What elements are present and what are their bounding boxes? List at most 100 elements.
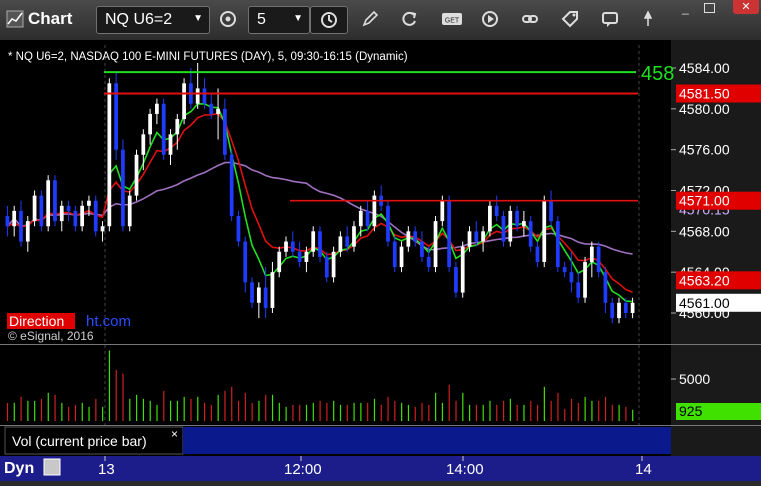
volume-bar xyxy=(455,400,457,421)
price-tick-label: 4580.00 xyxy=(679,101,730,117)
candle-body xyxy=(454,267,458,293)
volume-bar xyxy=(584,396,586,421)
volume-bar xyxy=(217,394,219,421)
volume-bar xyxy=(407,404,410,421)
volume-bar xyxy=(530,400,532,421)
volume-bar xyxy=(462,392,464,421)
symbol-selector[interactable]: NQ U6=2 ▼ xyxy=(96,6,210,34)
volume-bar xyxy=(577,402,579,421)
comment-icon[interactable] xyxy=(600,9,620,29)
candle-body xyxy=(107,83,112,227)
volume-bar xyxy=(401,402,403,421)
candle-body xyxy=(474,231,479,242)
get-icon[interactable]: GET xyxy=(440,9,464,29)
volume-bar xyxy=(428,404,430,421)
volume-bar xyxy=(536,404,539,421)
volume-bar xyxy=(108,350,111,421)
link-icon[interactable] xyxy=(520,9,540,29)
volume-bar xyxy=(414,406,416,421)
candle-body xyxy=(460,246,465,293)
volume-bar xyxy=(448,384,450,421)
play-icon[interactable] xyxy=(480,9,500,29)
candle-body xyxy=(440,200,445,222)
volume-bar xyxy=(40,398,43,421)
volume-bar xyxy=(339,404,342,421)
volume-bar xyxy=(169,400,172,421)
pin-icon[interactable] xyxy=(638,9,658,29)
chart-svg[interactable]: 4584.004580.004576.004572.004568.004564.… xyxy=(0,40,761,481)
candle-body xyxy=(623,302,628,313)
volume-bar xyxy=(258,400,260,421)
settings-icon[interactable] xyxy=(218,9,238,29)
tag-icon[interactable] xyxy=(560,9,580,29)
window-title: Chart xyxy=(28,9,73,28)
candle-body xyxy=(488,205,492,232)
volume-bar xyxy=(496,404,498,421)
candle-body xyxy=(87,200,91,206)
candle-body xyxy=(80,205,85,227)
volume-bar xyxy=(435,392,437,421)
volume-bar xyxy=(197,396,199,421)
candle-body xyxy=(25,221,30,242)
candle-body xyxy=(617,302,621,319)
symbol-value: NQ U6=2 xyxy=(105,11,173,28)
price-tick-label: 4568.00 xyxy=(679,223,730,239)
red-top-price-label: 4581.50 xyxy=(679,86,730,102)
candle-body xyxy=(365,210,370,227)
volume-bar xyxy=(564,408,566,421)
price-panel xyxy=(0,40,671,344)
volume-bar xyxy=(516,404,518,421)
volume-bar xyxy=(611,404,613,421)
volume-bar xyxy=(502,400,505,421)
candle-body xyxy=(243,241,248,283)
vol-title-bar xyxy=(183,427,671,454)
candle-body xyxy=(406,231,411,247)
copyright-text: © eSignal, 2016 xyxy=(8,329,94,343)
volume-bar xyxy=(469,404,471,421)
chevron-down-icon: ▼ xyxy=(193,13,203,24)
interval-selector[interactable]: 5 ▼ xyxy=(248,6,310,34)
candle-body xyxy=(256,287,261,303)
vol-close-icon[interactable]: × xyxy=(171,427,178,441)
candle-body xyxy=(202,88,207,104)
volume-bar xyxy=(81,402,83,421)
volume-bar xyxy=(129,398,131,421)
candle-body xyxy=(121,149,125,227)
pencil-icon[interactable] xyxy=(360,9,380,29)
indicator-axis xyxy=(671,426,761,456)
candle-body xyxy=(392,241,397,268)
candle-body xyxy=(386,205,390,242)
candle-body xyxy=(562,267,567,273)
volume-bar xyxy=(244,392,246,421)
volume-bar xyxy=(54,394,56,421)
dyn-icon[interactable] xyxy=(43,458,61,476)
volume-bar xyxy=(115,369,117,421)
candle-body xyxy=(535,246,540,262)
candle-body xyxy=(229,154,234,217)
candle-body xyxy=(100,226,105,232)
volume-bar xyxy=(489,400,491,421)
volume-bar xyxy=(333,400,335,421)
refresh-icon[interactable] xyxy=(399,9,419,29)
maximize-button[interactable] xyxy=(704,3,715,13)
volume-bar xyxy=(278,402,280,421)
volume-bar xyxy=(591,400,593,421)
volume-label: 925 xyxy=(679,403,703,419)
candle-body xyxy=(93,200,98,232)
volume-bar xyxy=(557,392,559,421)
watermark-red: Direction xyxy=(9,313,64,329)
minimize-button[interactable]: _ xyxy=(682,1,689,15)
close-button[interactable]: ✕ xyxy=(733,0,759,14)
dyn-label: Dyn xyxy=(4,460,34,477)
volume-bar xyxy=(122,373,124,421)
candle-body xyxy=(304,251,309,262)
candle-body xyxy=(250,282,254,303)
volume-bar xyxy=(346,404,348,421)
candle-body xyxy=(447,200,451,268)
candle-body xyxy=(522,221,526,227)
volume-bar xyxy=(74,404,77,421)
clock-button[interactable] xyxy=(310,6,348,34)
volume-bar xyxy=(292,404,294,421)
volume-bar xyxy=(618,404,620,421)
chart-header: * NQ U6=2, NASDAQ 100 E-MINI FUTURES (DA… xyxy=(8,51,408,63)
